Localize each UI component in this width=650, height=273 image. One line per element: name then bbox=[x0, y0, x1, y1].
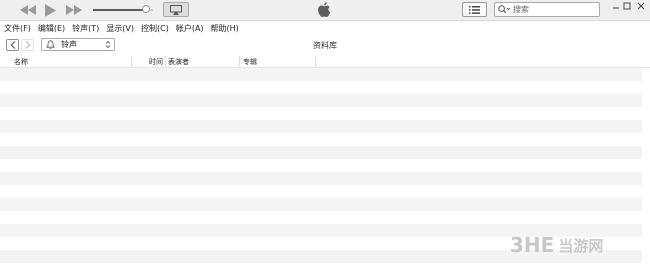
empty-row-stripe bbox=[0, 94, 642, 107]
column-album-label: 专辑 bbox=[243, 57, 257, 66]
bell-icon bbox=[46, 40, 55, 49]
empty-row-stripe bbox=[0, 81, 642, 94]
search-field[interactable] bbox=[494, 2, 600, 17]
empty-row-stripe bbox=[0, 68, 642, 81]
empty-row-stripe bbox=[0, 172, 642, 185]
list-view-button[interactable] bbox=[462, 2, 487, 17]
media-type-select[interactable]: 铃声 bbox=[41, 38, 115, 51]
apple-logo-icon bbox=[316, 1, 332, 19]
back-button[interactable] bbox=[6, 39, 19, 51]
library-title: 资料库 bbox=[313, 41, 337, 50]
maximize-button[interactable] bbox=[622, 1, 632, 11]
fast-forward-icon bbox=[66, 5, 82, 15]
list-icon bbox=[469, 5, 480, 14]
minimize-button[interactable] bbox=[611, 1, 621, 11]
empty-row-stripe bbox=[0, 107, 642, 120]
menu-account[interactable]: 帐户(A) bbox=[176, 23, 204, 34]
chevron-left-icon bbox=[9, 41, 15, 49]
watermark-logo: 3HE 当游网 bbox=[510, 233, 635, 257]
volume-fill bbox=[93, 9, 146, 11]
airplay-button[interactable] bbox=[163, 2, 189, 17]
volume-knob[interactable] bbox=[141, 5, 150, 13]
menu-controls[interactable]: 控制(C) bbox=[141, 23, 169, 34]
next-button[interactable] bbox=[66, 4, 82, 16]
column-name[interactable]: 名称 bbox=[14, 56, 132, 67]
play-icon bbox=[44, 3, 56, 17]
volume-slider[interactable] bbox=[93, 3, 155, 17]
player-toolbar bbox=[0, 0, 650, 21]
search-icon bbox=[498, 5, 511, 14]
empty-row-stripe bbox=[0, 146, 642, 159]
menu-view[interactable]: 显示(V) bbox=[106, 23, 134, 34]
empty-row-stripe bbox=[0, 211, 642, 224]
column-name-label: 名称 bbox=[14, 57, 28, 66]
empty-row-stripe bbox=[0, 120, 642, 133]
column-artist-label: 表演者 bbox=[168, 57, 189, 66]
navigation-bar: 铃声 资料库 bbox=[0, 36, 650, 54]
column-header: 名称 时间 表演者 专辑 bbox=[0, 55, 650, 118]
close-icon bbox=[637, 2, 645, 10]
menu-file[interactable]: 文件(F) bbox=[4, 23, 31, 34]
chevron-right-icon bbox=[25, 41, 31, 49]
empty-row-stripe bbox=[0, 263, 642, 273]
empty-row-stripe bbox=[0, 133, 642, 146]
column-time[interactable]: 时间 bbox=[132, 56, 166, 67]
watermark-brand: 3HE bbox=[510, 233, 555, 257]
watermark-site: 当游网 bbox=[558, 236, 604, 255]
play-button[interactable] bbox=[44, 3, 56, 17]
empty-row-stripe bbox=[0, 185, 642, 198]
previous-button[interactable] bbox=[20, 4, 36, 16]
empty-row-stripe bbox=[0, 159, 642, 172]
column-time-label: 时间 bbox=[149, 57, 163, 66]
chevron-updown-icon bbox=[105, 40, 111, 49]
menu-bar: 文件(F) 编辑(E) 铃声(T) 显示(V) 控制(C) 帐户(A) 帮助(H… bbox=[0, 21, 650, 36]
menu-edit[interactable]: 编辑(E) bbox=[38, 23, 65, 34]
close-button[interactable] bbox=[636, 1, 646, 11]
column-album[interactable]: 专辑 bbox=[243, 56, 316, 67]
rewind-icon bbox=[20, 5, 36, 15]
forward-button[interactable] bbox=[21, 39, 34, 51]
menu-ringtones[interactable]: 铃声(T) bbox=[72, 23, 99, 34]
menu-help[interactable]: 帮助(H) bbox=[211, 23, 239, 34]
scrollbar-track[interactable] bbox=[642, 68, 650, 273]
media-type-label: 铃声 bbox=[61, 40, 77, 49]
airplay-icon bbox=[170, 4, 182, 15]
empty-row-stripe bbox=[0, 198, 642, 211]
maximize-icon bbox=[623, 2, 631, 10]
search-input[interactable] bbox=[513, 5, 593, 14]
column-artist[interactable]: 表演者 bbox=[168, 56, 240, 67]
minimize-icon bbox=[613, 7, 619, 9]
